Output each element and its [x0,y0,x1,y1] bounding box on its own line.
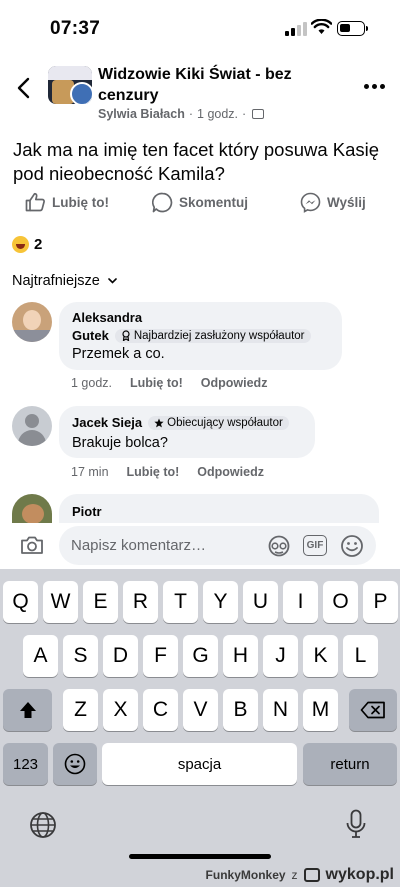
camera-icon[interactable] [20,535,44,555]
backspace-key[interactable] [349,689,397,731]
return-key[interactable]: return [303,743,397,785]
key-s[interactable]: S [63,635,98,677]
key-n[interactable]: N [263,689,298,731]
comment-input[interactable]: Napisz komentarz… GIF [59,526,376,565]
comment-bubble-icon [152,192,173,213]
key-z[interactable]: Z [63,689,98,731]
key-h[interactable]: H [223,635,258,677]
contributor-badge: Najbardziej zasłużony współautor [114,328,311,343]
back-arrow-icon[interactable] [14,76,36,100]
home-indicator [129,854,271,859]
post-meta: Sylwia Białach · 1 godz. · [98,107,265,121]
key-e[interactable]: E [83,581,118,623]
commenter-avatar[interactable] [12,494,52,523]
comment-reply-link[interactable]: Odpowiedz [197,465,264,479]
key-o[interactable]: O [323,581,358,623]
group-avatar[interactable] [48,66,92,104]
gif-button[interactable]: GIF [303,535,327,556]
comment-composer: Napisz komentarz… GIF [0,523,400,569]
comment-meta: 17 min Lubię to! Odpowiedz [71,465,264,479]
commenter-name[interactable]: Aleksandra [72,310,142,325]
status-time: 07:37 [50,18,101,39]
key-g[interactable]: G [183,635,218,677]
key-x[interactable]: X [103,689,138,731]
space-key[interactable]: spacja [102,743,297,785]
key-k[interactable]: K [303,635,338,677]
key-p[interactable]: P [363,581,398,623]
comment-sort-dropdown[interactable]: Najtrafniejsze [12,273,117,289]
comment-text: Przemek a co. [72,346,165,362]
key-l[interactable]: L [343,635,378,677]
star-icon [154,418,164,427]
cellular-signal-icon [285,22,307,36]
emoji-key[interactable] [53,743,97,785]
key-v[interactable]: V [183,689,218,731]
reaction-count: 2 [34,236,43,253]
key-y[interactable]: Y [203,581,238,623]
key-w[interactable]: W [43,581,78,623]
post-text: Jak ma na imię ten facet który posuwa Ka… [13,139,380,184]
status-bar: 07:37 [0,0,400,58]
watermark: FunkyMonkey z wykop.pl [205,866,394,883]
commenter-name[interactable]: Jacek Sieja [72,415,142,430]
key-a[interactable]: A [23,635,58,677]
comment-time[interactable]: 1 godz. [71,376,112,390]
post-time[interactable]: 1 godz. [197,107,238,121]
commenter-surname[interactable]: Gutek [72,328,109,343]
commenter-name[interactable]: Piotr [72,504,102,519]
key-t[interactable]: T [163,581,198,623]
globe-icon[interactable] [29,811,57,839]
key-j[interactable]: J [263,635,298,677]
key-c[interactable]: C [143,689,178,731]
avatar-sticker-icon[interactable] [267,535,291,557]
key-d[interactable]: D [103,635,138,677]
wifi-icon [311,19,332,34]
key-f[interactable]: F [143,635,178,677]
comment-bubble: Jacek Sieja Obiecujący współautor Brakuj… [59,406,315,458]
onscreen-keyboard: QWERTYUIOP ASDFGHJKL ZXCVBNM 123 spacja … [0,569,400,887]
comment-meta: 1 godz. Lubię to! Odpowiedz [71,376,267,390]
key-q[interactable]: Q [3,581,38,623]
reaction-summary[interactable]: 2 [12,236,42,253]
comment-button[interactable]: Skomentuj [152,192,248,213]
emoji-icon [64,753,86,775]
key-m[interactable]: M [303,689,338,731]
key-b[interactable]: B [223,689,258,731]
comment-text: Brakuje bolca? [72,435,168,451]
microphone-icon[interactable] [345,809,367,839]
commenter-avatar[interactable] [12,302,52,342]
numbers-key[interactable]: 123 [3,743,48,785]
messenger-icon [300,192,321,213]
comment-like-link[interactable]: Lubię to! [127,465,180,479]
thumbs-up-icon [25,192,45,212]
key-i[interactable]: I [283,581,318,623]
battery-icon [337,21,368,36]
shift-key[interactable] [3,689,52,731]
post-actions: Lubię to! Skomentuj Wyślij [0,192,400,218]
chevron-down-icon [108,278,117,284]
wykop-logo-icon [303,868,320,882]
key-u[interactable]: U [243,581,278,623]
group-title[interactable]: Widzowie Kiki Świat - bez cenzury [98,64,348,106]
award-icon [122,330,130,341]
backspace-icon [360,701,385,719]
commenter-avatar-default[interactable] [12,406,52,446]
more-options-icon[interactable] [364,84,385,89]
comment-bubble: Aleksandra Gutek Najbardziej zasłużony w… [59,302,342,370]
emoji-icon[interactable] [340,534,364,558]
comment-bubble: Piotr [59,494,379,523]
key-r[interactable]: R [123,581,158,623]
post-author[interactable]: Sylwia Białach [98,107,185,121]
comment-like-link[interactable]: Lubię to! [130,376,183,390]
like-button[interactable]: Lubię to! [25,192,109,212]
comment-reply-link[interactable]: Odpowiedz [201,376,268,390]
comment-time[interactable]: 17 min [71,465,109,479]
contributor-badge: Obiecujący współautor [148,415,289,430]
haha-emoji-icon [12,236,29,253]
shift-arrow-icon [19,702,36,718]
group-audience-icon [252,109,265,119]
send-button[interactable]: Wyślij [300,192,366,213]
